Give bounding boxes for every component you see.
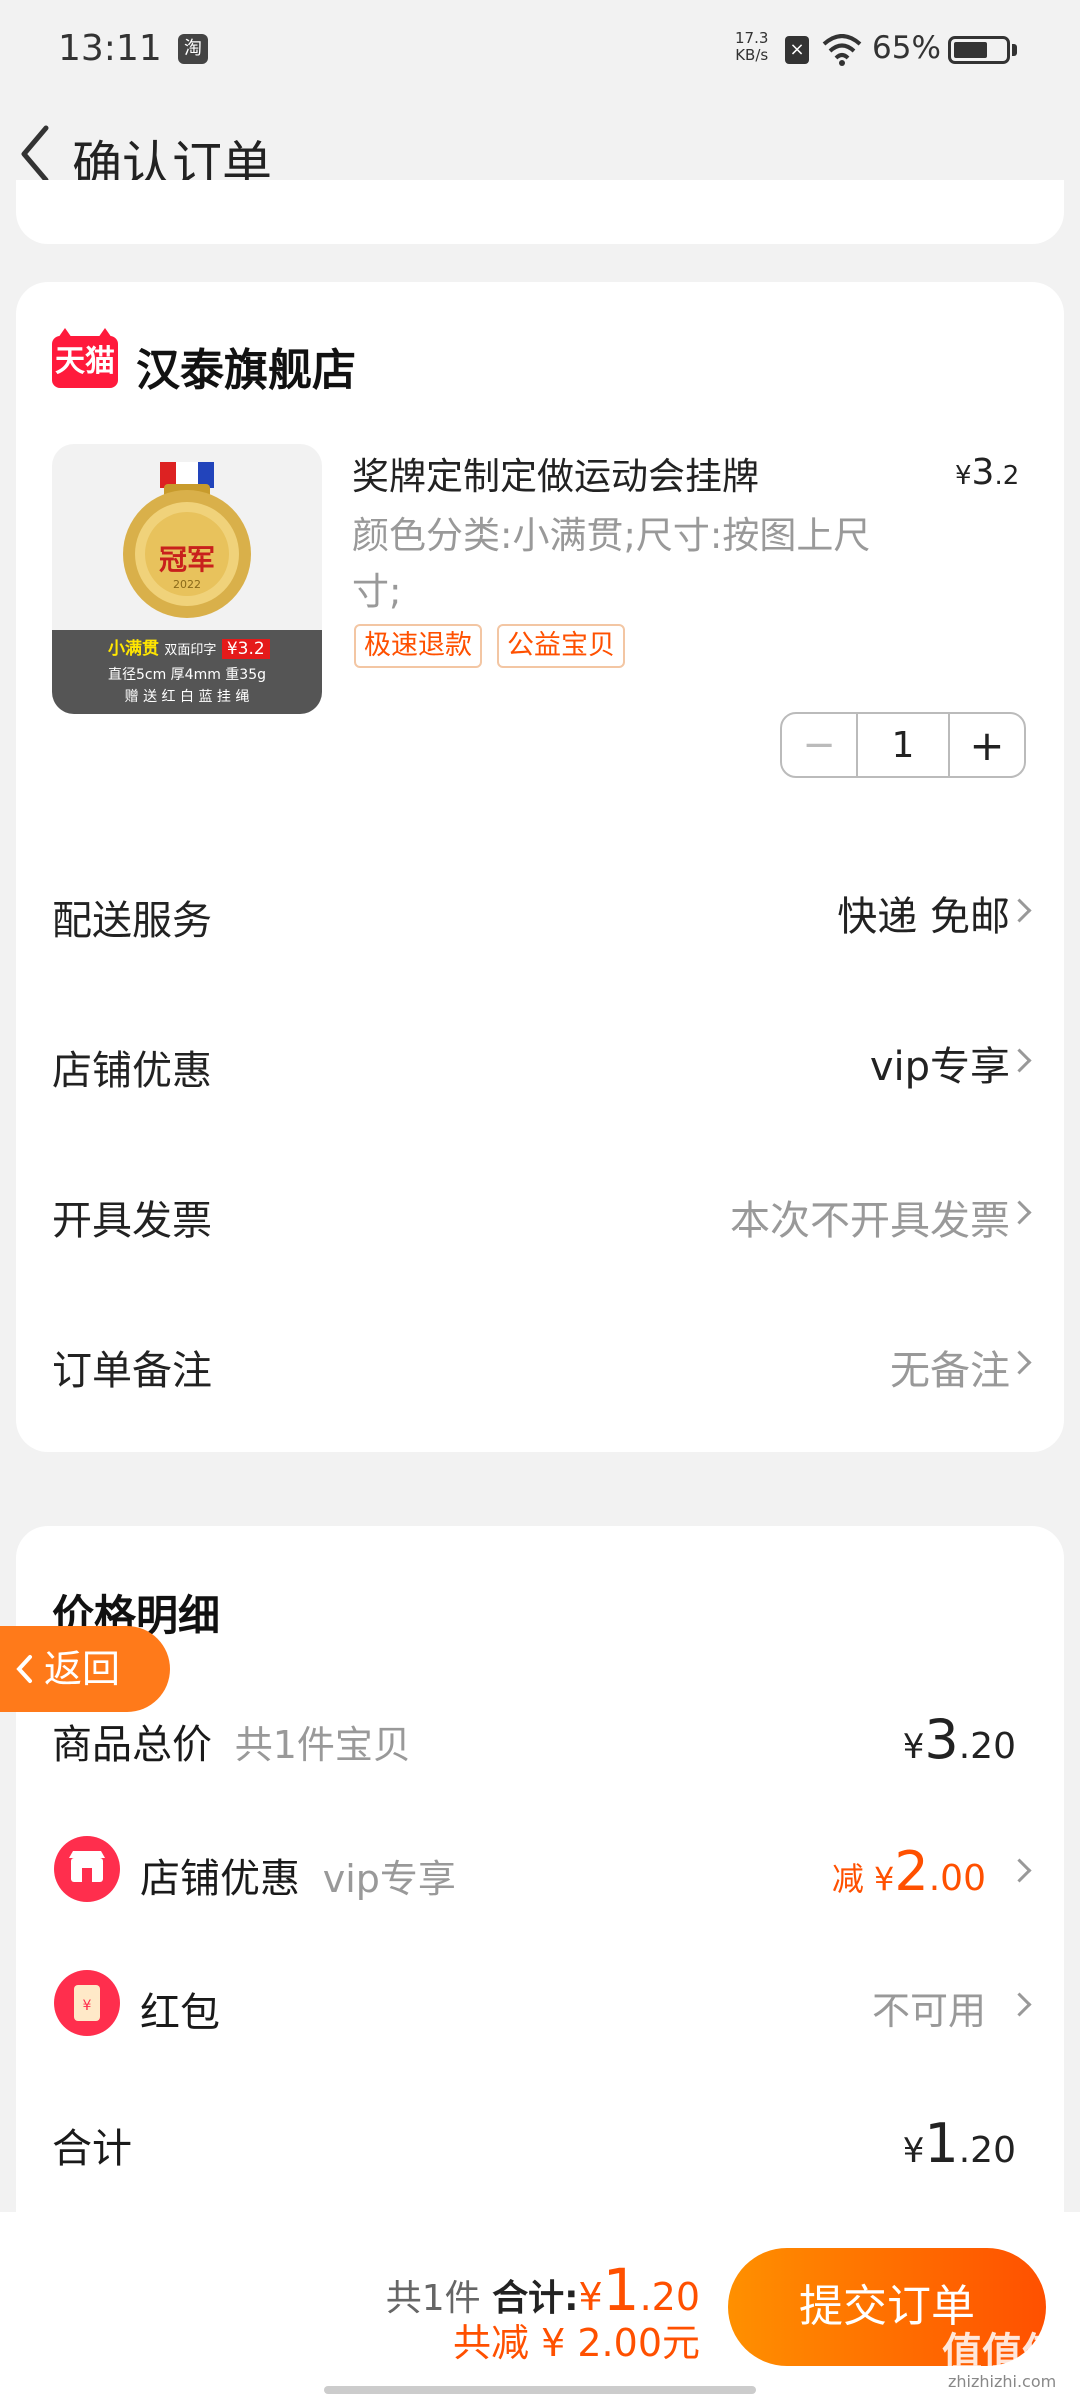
- red-packet-value[interactable]: 不可用: [872, 1980, 986, 2035]
- quantity-increase-button[interactable]: +: [948, 714, 1024, 776]
- red-packet-label: 红包: [140, 1990, 220, 2036]
- back-arrow-icon[interactable]: [16, 122, 56, 186]
- store-discount-label: 店铺优惠: [52, 1048, 212, 1094]
- battery-tip: [1012, 44, 1017, 56]
- bottom-saved: 共减 ¥ 2.00元: [453, 2321, 700, 2365]
- product-title[interactable]: 奖牌定制定做运动会挂牌: [352, 446, 759, 500]
- delivery-value[interactable]: 快递 免邮: [837, 884, 1010, 942]
- total-label: 合计: [52, 2126, 132, 2172]
- discount-sub: vip专享: [322, 1857, 456, 1901]
- price-dec: .2: [994, 461, 1020, 491]
- net-speed-value: 17.3: [735, 29, 769, 47]
- total-symbol: ¥: [902, 2131, 925, 2171]
- product-image[interactable]: 冠军 2022 小满贯 双面印字 ¥3.2 直径5cm 厚4mm 重35g 赠 …: [52, 444, 322, 714]
- tag-fast-refund: 极速退款: [354, 624, 482, 668]
- discount-prefix: 减 ¥: [831, 1860, 895, 1898]
- delivery-label: 配送服务: [52, 898, 212, 944]
- product-spec[interactable]: 颜色分类:小满贯;尺寸:按图上尺寸;: [352, 508, 892, 620]
- back-chevron-icon: [16, 1655, 32, 1683]
- taobao-app-icon: 淘: [178, 34, 208, 64]
- medal-gift: 赠 送 红 白 蓝 挂 绳: [124, 689, 250, 705]
- battery-percent: 65%: [872, 30, 941, 66]
- network-speed: 17.3 KB/s: [735, 30, 768, 64]
- promo-desc: 双面印字: [164, 643, 217, 658]
- quantity-decrease-button[interactable]: −: [782, 714, 858, 776]
- address-card-bottom-edge: [16, 180, 1064, 244]
- home-indicator[interactable]: [324, 2386, 756, 2394]
- watermark-text: 值值值: [942, 2330, 1062, 2376]
- goods-total-amount: ¥3.20: [903, 1708, 1016, 1771]
- battery-fill: [954, 42, 987, 58]
- order-note-label: 订单备注: [52, 1348, 212, 1394]
- store-discount-value[interactable]: vip专享: [870, 1034, 1010, 1092]
- wifi-icon: [822, 34, 862, 66]
- promo-price: ¥3.2: [221, 639, 270, 659]
- total-dec: .20: [958, 2130, 1016, 2171]
- discount-dec: .00: [928, 1858, 986, 1899]
- svg-text:¥: ¥: [83, 1998, 92, 2014]
- product-price: ¥3.2: [955, 452, 1019, 493]
- tmall-logo-icon: 天猫: [52, 328, 118, 388]
- status-time: 13:11: [58, 28, 162, 69]
- no-sim-icon: ×: [785, 36, 809, 64]
- net-speed-unit: KB/s: [735, 46, 769, 64]
- quantity-stepper: − 1 +: [780, 712, 1026, 778]
- medal-text: 冠军: [158, 543, 215, 576]
- goods-total-label: 商品总价: [52, 1722, 212, 1768]
- red-packet-icon: ¥: [54, 1970, 120, 2036]
- store-discount-icon: [54, 1836, 120, 1902]
- goods-total-symbol: ¥: [902, 1727, 925, 1767]
- discount-amount[interactable]: 减 ¥2.00: [832, 1840, 986, 1903]
- watermark-url: zhizhizhi.com: [948, 2372, 1057, 2391]
- goods-total-int: 3: [924, 1708, 959, 1771]
- invoice-value[interactable]: 本次不开具发票: [730, 1188, 1010, 1246]
- product-image-caption: 小满贯 双面印字 ¥3.2 直径5cm 厚4mm 重35g 赠 送 红 白 蓝 …: [52, 630, 322, 714]
- medal-year: 2022: [173, 578, 201, 591]
- tag-charity: 公益宝贝: [497, 624, 625, 668]
- total-int: 1: [924, 2112, 959, 2175]
- discount-row: 店铺优惠 vip专享: [140, 1846, 456, 1904]
- goods-total-row: 商品总价 共1件宝贝: [52, 1712, 411, 1770]
- price-int: 3: [971, 452, 995, 493]
- goods-count: 共1件宝贝: [234, 1723, 411, 1767]
- promo-name: 小满贯: [108, 639, 159, 659]
- quantity-value[interactable]: 1: [858, 714, 948, 776]
- invoice-label: 开具发票: [52, 1198, 212, 1244]
- store-name[interactable]: 汉泰旗舰店: [136, 334, 356, 398]
- discount-int: 2: [894, 1840, 929, 1903]
- total-amount: ¥1.20: [903, 2112, 1016, 2175]
- order-note-value[interactable]: 无备注: [890, 1338, 1010, 1396]
- battery-icon: [948, 36, 1010, 64]
- price-symbol: ¥: [955, 461, 972, 491]
- floating-back-button[interactable]: 返回: [0, 1626, 170, 1712]
- floating-back-label: 返回: [44, 1647, 121, 1691]
- discount-label: 店铺优惠: [140, 1856, 300, 1902]
- goods-total-dec: .20: [958, 1726, 1016, 1767]
- medal-dimensions: 直径5cm 厚4mm 重35g: [107, 667, 267, 683]
